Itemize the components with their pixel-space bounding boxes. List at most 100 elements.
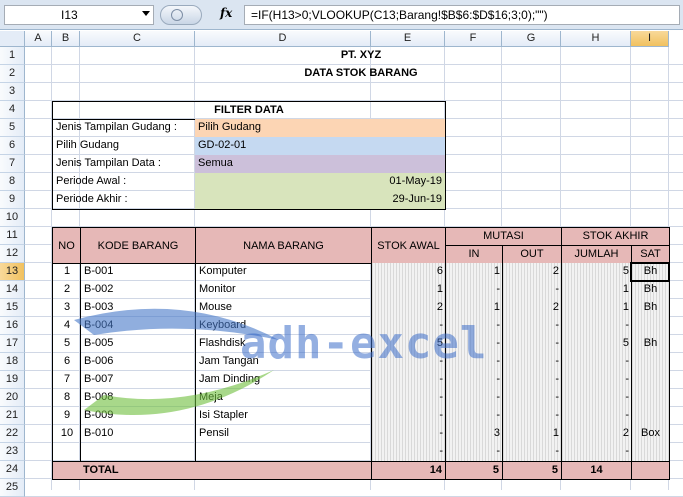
row-sat[interactable]: Box: [631, 425, 670, 444]
column-header-h[interactable]: H: [561, 31, 631, 47]
row-no: 4: [52, 317, 81, 336]
row-stok-awal: -: [371, 443, 446, 462]
column-header-g[interactable]: G: [502, 31, 561, 47]
row-kode: B-008: [80, 389, 196, 408]
row-header-24[interactable]: 24: [0, 461, 25, 479]
row-sat[interactable]: [631, 317, 670, 336]
row-sat[interactable]: [631, 407, 670, 426]
header-stok-akhir: STOK AKHIR: [561, 227, 670, 246]
row-out: -: [502, 353, 562, 372]
row-header-4[interactable]: 4: [0, 101, 25, 119]
row-stok-awal: 5: [371, 335, 446, 354]
row-out: -: [502, 407, 562, 426]
column-header-c[interactable]: C: [80, 31, 195, 47]
row-header-1[interactable]: 1: [0, 47, 25, 65]
filter-value-3[interactable]: Semua: [195, 155, 372, 174]
column-header-f[interactable]: F: [445, 31, 502, 47]
row-header-6[interactable]: 6: [0, 137, 25, 155]
row-in: -: [445, 407, 503, 426]
row-in: -: [445, 281, 503, 300]
column-header-i[interactable]: I: [631, 31, 669, 47]
column-header-a[interactable]: A: [25, 31, 52, 47]
row-header-10[interactable]: 10: [0, 209, 25, 227]
row-header-11[interactable]: 11: [0, 227, 25, 245]
row-header-20[interactable]: 20: [0, 389, 25, 407]
filter-value-5[interactable]: [195, 191, 372, 210]
filter-label: Jenis Tampilan Gudang :: [52, 119, 196, 138]
row-jumlah: -: [561, 389, 632, 408]
row-jumlah: -: [561, 371, 632, 390]
row-header-21[interactable]: 21: [0, 407, 25, 425]
row-header-16[interactable]: 16: [0, 317, 25, 335]
row-header-14[interactable]: 14: [0, 281, 25, 299]
row-header-13[interactable]: 13: [0, 263, 25, 281]
row-sat[interactable]: [631, 371, 670, 390]
chevron-down-icon[interactable]: [142, 11, 150, 16]
row-header-3[interactable]: 3: [0, 83, 25, 101]
filter-value-2[interactable]: GD-02-01: [195, 137, 372, 156]
row-header-19[interactable]: 19: [0, 371, 25, 389]
row-kode: B-004: [80, 317, 196, 336]
filter-value-ext: 01-May-19: [371, 173, 446, 192]
column-header-d[interactable]: D: [195, 31, 371, 47]
row-stok-awal: -: [371, 353, 446, 372]
row-jumlah: -: [561, 317, 632, 336]
row-jumlah: -: [561, 353, 632, 372]
filter-value-1[interactable]: Pilih Gudang: [195, 119, 372, 138]
row-out: -: [502, 443, 562, 462]
row-stok-awal: 1: [371, 281, 446, 300]
row-kode: B-001: [80, 263, 196, 282]
row-header-18[interactable]: 18: [0, 353, 25, 371]
row-sat[interactable]: [631, 353, 670, 372]
row-sat[interactable]: Bh: [631, 281, 670, 300]
row-in: -: [445, 443, 503, 462]
row-stok-awal: 6: [371, 263, 446, 282]
row-stok-awal: -: [371, 317, 446, 336]
selected-cell[interactable]: [630, 262, 670, 282]
filter-label: Periode Awal :: [52, 173, 196, 192]
row-no: 8: [52, 389, 81, 408]
formula-input[interactable]: =IF(H13>0;VLOOKUP(C13;Barang!$B$6:$D$16;…: [244, 5, 680, 25]
insert-function-button[interactable]: fx: [220, 6, 232, 20]
row-header-25[interactable]: 25: [0, 479, 25, 497]
row-no: [52, 443, 81, 462]
total-sat-empty: [631, 461, 670, 480]
row-header-12[interactable]: 12: [0, 245, 25, 263]
row-no: 7: [52, 371, 81, 390]
row-sat[interactable]: Bh: [631, 299, 670, 318]
row-header-17[interactable]: 17: [0, 335, 25, 353]
name-box[interactable]: I13: [4, 5, 154, 25]
row-header-9[interactable]: 9: [0, 191, 25, 209]
row-sat[interactable]: Bh: [631, 335, 670, 354]
row-sat[interactable]: [631, 443, 670, 462]
row-header-22[interactable]: 22: [0, 425, 25, 443]
circle-icon: [171, 9, 183, 21]
row-no: 5: [52, 335, 81, 354]
column-header-e[interactable]: E: [371, 31, 445, 47]
row-no: 3: [52, 299, 81, 318]
select-all-corner[interactable]: [0, 31, 25, 47]
row-sat[interactable]: [631, 389, 670, 408]
row-kode: B-007: [80, 371, 196, 390]
row-nama: Monitor: [195, 281, 372, 300]
row-header-8[interactable]: 8: [0, 173, 25, 191]
row-out: 1: [502, 425, 562, 444]
row-header-7[interactable]: 7: [0, 155, 25, 173]
row-header-15[interactable]: 15: [0, 299, 25, 317]
row-nama: Meja: [195, 389, 372, 408]
filter-value-4[interactable]: [195, 173, 372, 192]
total-out: 5: [502, 461, 562, 480]
company-title: PT. XYZ: [340, 49, 382, 61]
row-jumlah: 2: [561, 425, 632, 444]
row-header-5[interactable]: 5: [0, 119, 25, 137]
row-jumlah: -: [561, 407, 632, 426]
filter-value-ext: [371, 155, 446, 174]
formula-toggle-button[interactable]: [160, 5, 202, 25]
column-header-b[interactable]: B: [52, 31, 80, 47]
row-header-23[interactable]: 23: [0, 443, 25, 461]
header-no: NO: [52, 227, 81, 264]
row-nama: Jam Dinding: [195, 371, 372, 390]
row-header-2[interactable]: 2: [0, 65, 25, 83]
row-nama: [195, 443, 372, 462]
header-stok-awal: STOK AWAL: [371, 227, 446, 264]
